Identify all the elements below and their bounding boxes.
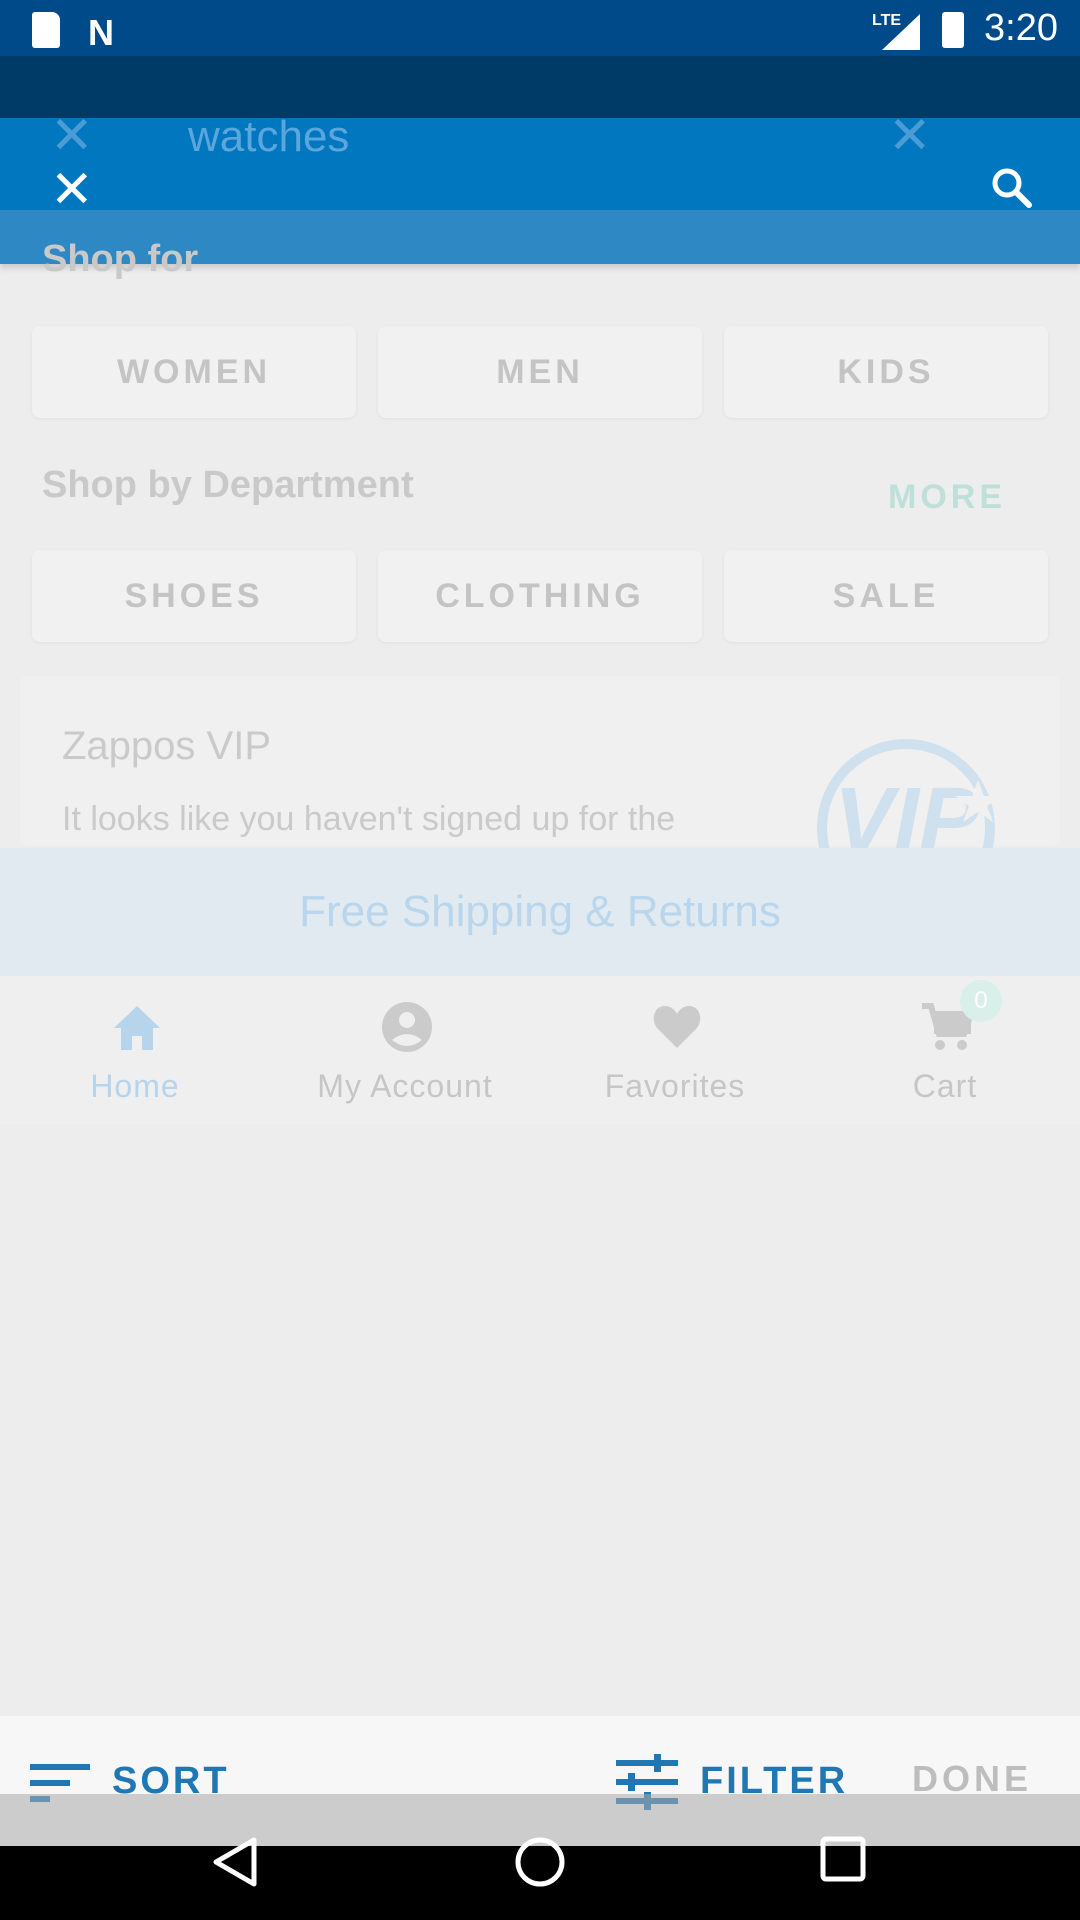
- android-n-icon: N: [88, 12, 114, 53]
- nav-home[interactable]: Home: [0, 976, 270, 1124]
- chip-clothing[interactable]: CLOTHING: [378, 550, 702, 642]
- home-button-icon[interactable]: [514, 1836, 566, 1888]
- vip-logo-text: VIP: [834, 770, 980, 848]
- battery-icon: [942, 12, 964, 48]
- recent-apps-icon[interactable]: [820, 1836, 866, 1882]
- nav-my-account[interactable]: My Account: [270, 976, 540, 1124]
- free-shipping-text: Free Shipping & Returns: [299, 887, 781, 936]
- nav-favorites[interactable]: Favorites: [540, 976, 810, 1124]
- ghost-close-icon: ✕: [50, 107, 94, 165]
- chip-shoes[interactable]: SHOES: [32, 550, 356, 642]
- free-shipping-banner: Free Shipping & Returns: [0, 848, 1080, 976]
- ghost-clear-icon: ✕: [888, 107, 932, 165]
- chip-sale[interactable]: SALE: [724, 550, 1048, 642]
- close-icon[interactable]: ✕: [50, 164, 94, 216]
- cart-count-badge: 0: [960, 980, 1002, 1022]
- more-link[interactable]: MORE: [888, 478, 1006, 517]
- chip-women[interactable]: WOMEN: [32, 326, 356, 418]
- signal-icon: [882, 14, 920, 50]
- nav-home-label: Home: [90, 1068, 180, 1104]
- shop-for-heading: Shop for: [42, 238, 199, 280]
- back-icon[interactable]: [210, 1834, 260, 1890]
- home-icon: [114, 1006, 160, 1050]
- heart-icon: [653, 1006, 701, 1048]
- nav-my-account-label: My Account: [317, 1068, 493, 1104]
- vip-logo-icon: VIP: [817, 739, 1001, 848]
- nav-cart-label: Cart: [912, 1068, 978, 1104]
- department-heading: Shop by Department: [42, 464, 414, 506]
- search-icon[interactable]: [990, 166, 1032, 208]
- vip-body: It looks like you haven't signed up for …: [62, 800, 676, 838]
- search-query-text[interactable]: watches: [188, 112, 349, 162]
- chip-kids[interactable]: KIDS: [724, 326, 1048, 418]
- sd-card-icon: [32, 12, 60, 48]
- clock: 3:20: [984, 7, 1058, 49]
- bottom-navigation: Home My Account Favorites Cart: [0, 976, 1080, 1124]
- status-bar: N LTE 3:20: [0, 0, 1080, 56]
- account-icon: [382, 1002, 432, 1052]
- nav-favorites-label: Favorites: [604, 1068, 746, 1104]
- vip-title: Zappos VIP: [62, 724, 272, 768]
- nav-cart[interactable]: Cart: [810, 976, 1080, 1124]
- chip-men[interactable]: MEN: [378, 326, 702, 418]
